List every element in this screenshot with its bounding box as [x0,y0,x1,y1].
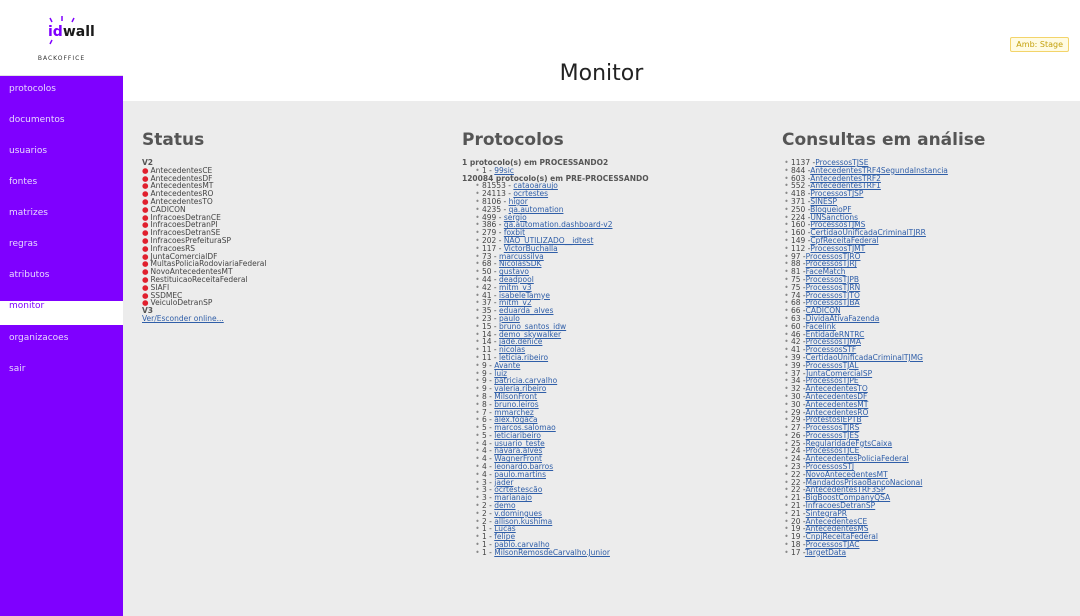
sidebar-item-fontes[interactable]: fontes [0,177,123,201]
protocol-user-link[interactable]: MilsonRemosdeCarvalho.Junior [494,548,610,557]
sidebar-item-organizacoes[interactable]: organizacoes [0,333,123,357]
header: Amb: Stage Monitor [123,0,1080,101]
logo-text: idwall [48,24,95,40]
environment-badge: Amb: Stage [1010,37,1069,52]
sidebar-item-atributos[interactable]: atributos [0,270,123,294]
toggle-online-row: Ver/Esconder online... [142,315,266,323]
status-title: Status [142,130,205,150]
consulta-row: • 17 -TargetData [782,547,948,557]
sidebar-item-protocolos[interactable]: protocolos [0,84,123,108]
sidebar-item-usuarios[interactable]: usuarios [0,146,123,170]
sidebar-item-monitor[interactable]: monitor [0,301,123,325]
sidebar-item-matrizes[interactable]: matrizes [0,208,123,232]
status-item: ● VeiculoDetranSP [142,299,266,307]
consulta-count: 17 [791,547,801,557]
status-item-label: VeiculoDetranSP [150,298,213,308]
consulta-name-link[interactable]: TargetData [805,548,846,557]
consultas-title: Consultas em análise [782,130,986,150]
sidebar-item-regras[interactable]: regras [0,239,123,263]
bullet-icon: • [475,547,480,557]
status-list: V2 ● AntecedentesCE ● AntecedentesDF ● Anteced… [142,159,266,323]
consultas-list: • 1137 -ProcessosTJSE • 844 -AntecedentesTR… [782,159,948,557]
protocolos-title: Protocolos [462,130,564,150]
protocolos-list: 1 protocolo(s) em PROCESSANDO2 • 1 - 99sic… [462,159,649,557]
sidebar-item-sair[interactable]: sair [0,364,123,388]
sidebar: idwall BACKOFFICE protocolos documentos us… [0,0,123,616]
main-content: Status V2 ● AntecedentesCE ● AntecedentesDF ●… [123,101,1080,616]
page-title: Monitor [559,61,644,86]
protocol-row: • 1 - MilsonRemosdeCarvalho.Junior [462,547,649,557]
logo[interactable]: idwall BACKOFFICE [0,0,123,76]
toggle-online-link[interactable]: Ver/Esconder online... [142,314,224,323]
logo-subtitle: BACKOFFICE [37,55,86,62]
bullet-icon: • [784,547,789,557]
sidebar-item-documentos[interactable]: documentos [0,115,123,139]
